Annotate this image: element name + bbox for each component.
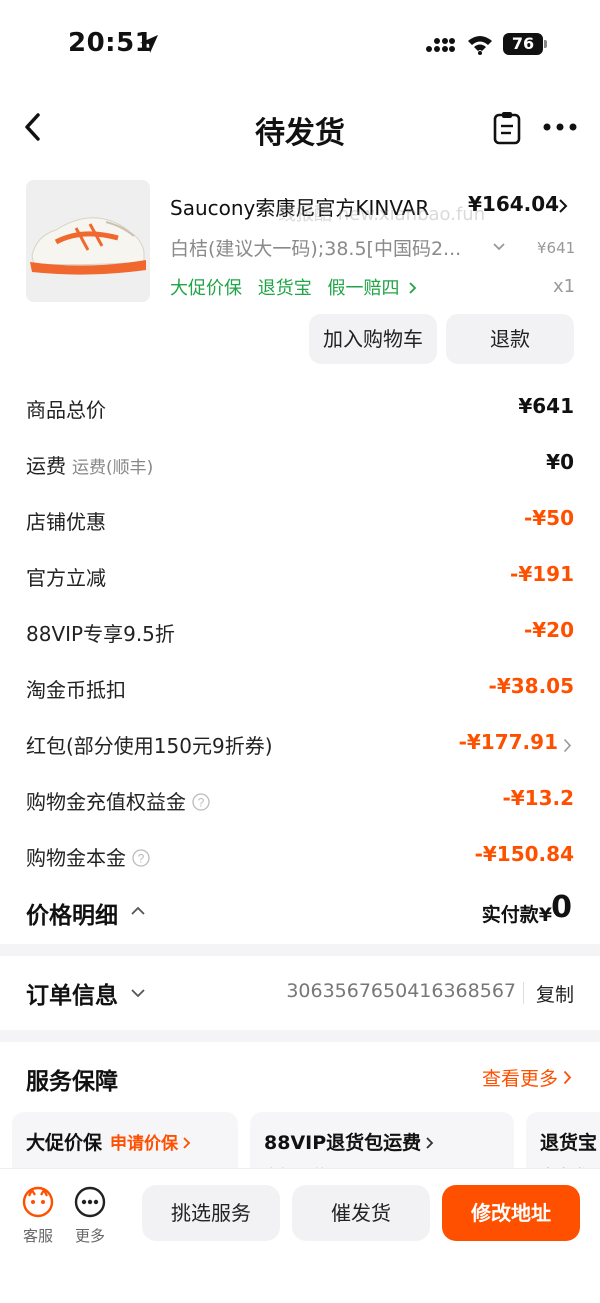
- separator: [523, 982, 524, 1004]
- fee-row-shopping-credit-principal: 购物金本金? -¥150.84: [26, 838, 574, 874]
- battery-level: 76: [503, 33, 543, 55]
- chevron-right-icon[interactable]: [558, 198, 568, 214]
- customer-service-label: 客服: [22, 1227, 53, 1245]
- fee-value: -¥191: [510, 562, 574, 586]
- chevron-right-icon: [426, 1137, 434, 1149]
- fee-label: 红包(部分使用150元9折券): [26, 734, 273, 758]
- change-address-button[interactable]: 修改地址: [442, 1185, 580, 1241]
- customer-service-icon: [22, 1186, 54, 1218]
- price-summary[interactable]: 价格明细 实付款¥ 0: [26, 890, 574, 934]
- status-bar: 20:51 76: [0, 0, 600, 90]
- help-circle-icon[interactable]: ?: [192, 793, 210, 811]
- clipboard-icon[interactable]: [492, 110, 522, 146]
- order-info[interactable]: 订单信息 3063567650416368567 复制: [26, 970, 574, 1016]
- chevron-down-icon[interactable]: [130, 988, 146, 998]
- fee-row-official-discount: 官方立减 -¥191: [26, 558, 574, 594]
- service-title: 服务保障: [26, 1069, 118, 1095]
- fee-value: -¥38.05: [488, 674, 574, 698]
- cellular-signal-icon: [426, 38, 455, 52]
- fee-value: -¥13.2: [502, 786, 574, 810]
- battery-tip: [544, 40, 547, 48]
- fee-label: 运费: [26, 454, 66, 478]
- fee-label: 店铺优惠: [26, 510, 106, 534]
- fee-label: 88VIP专享9.5折: [26, 622, 175, 646]
- fee-label: 购物金本金: [26, 846, 126, 870]
- product-image[interactable]: [26, 180, 150, 302]
- section-divider: [0, 1030, 600, 1042]
- fee-row-88vip: 88VIP专享9.5折 -¥20: [26, 614, 574, 650]
- more-options-icon[interactable]: [542, 122, 578, 132]
- fee-label: 购物金充值权益金: [26, 790, 186, 814]
- sneaker-icon: [26, 180, 150, 302]
- card-title: 88VIP退货包运费: [264, 1132, 422, 1154]
- order-info-title[interactable]: 订单信息: [26, 976, 118, 1010]
- urge-shipping-button[interactable]: 催发货: [292, 1185, 430, 1241]
- more-circle-icon: [74, 1186, 106, 1218]
- watermark: 线报酷 new.xianbao.fun: [278, 204, 486, 225]
- paid-value: 0: [551, 890, 572, 925]
- fee-row-shopping-credit-bonus: 购物金充值权益金? -¥13.2: [26, 782, 574, 818]
- more-label: 更多: [74, 1227, 105, 1245]
- service-header: 服务保障 查看更多: [26, 1060, 574, 1100]
- nav-bar: 待发货: [0, 100, 600, 156]
- chevron-up-icon[interactable]: [130, 906, 146, 916]
- tag-fake-compensation[interactable]: 假一赔四: [327, 278, 399, 299]
- product-spec[interactable]: 白桔(建议大一码);38.5[中国码2...: [170, 234, 488, 261]
- tag-return-insurance[interactable]: 退货宝: [258, 278, 312, 299]
- chevron-right-icon: [409, 282, 417, 294]
- chevron-right-icon[interactable]: [563, 738, 572, 753]
- paid-label: 实付款¥: [481, 904, 552, 926]
- tag-price-protection[interactable]: 大促价保: [170, 278, 242, 299]
- price-detail-label[interactable]: 价格明细: [26, 896, 118, 930]
- svg-text:?: ?: [138, 852, 145, 866]
- product-card[interactable]: Saucony索康尼官方KINVAR ¥164.04 白桔(建议大一码);38.…: [26, 178, 576, 308]
- chevron-down-icon[interactable]: [492, 242, 506, 252]
- fee-label: 商品总价: [26, 398, 106, 422]
- fee-row-taojinbi: 淘金币抵扣 -¥38.05: [26, 670, 574, 706]
- location-arrow-icon: [140, 35, 158, 53]
- card-title: 退货宝: [540, 1132, 598, 1154]
- help-circle-icon[interactable]: ?: [132, 849, 150, 867]
- fee-value: -¥177.91: [458, 730, 558, 754]
- chevron-right-icon: [183, 1137, 191, 1149]
- svg-text:?: ?: [198, 796, 205, 810]
- fee-row-total: 商品总价 ¥641: [26, 390, 574, 426]
- refund-button[interactable]: 退款: [446, 314, 574, 364]
- fee-value: -¥20: [523, 618, 574, 642]
- product-original-price: ¥641: [537, 239, 576, 257]
- more-button[interactable]: 更多: [68, 1185, 112, 1246]
- order-number: 3063567650416368567: [286, 980, 516, 1002]
- fee-label: 官方立减: [26, 566, 106, 590]
- add-to-cart-button[interactable]: 加入购物车: [309, 314, 437, 364]
- customer-service-button[interactable]: 客服: [16, 1185, 60, 1246]
- fee-value: ¥0: [546, 450, 574, 474]
- fee-label: 淘金币抵扣: [26, 678, 126, 702]
- chevron-right-icon[interactable]: [563, 1070, 572, 1085]
- select-service-button[interactable]: 挑选服务: [142, 1185, 280, 1241]
- product-quantity: x1: [553, 276, 576, 297]
- apply-price-protection-link[interactable]: 申请价保: [110, 1134, 178, 1154]
- bottom-action-bar: 客服 更多 挑选服务 催发货 修改地址: [0, 1168, 600, 1303]
- section-divider: [0, 944, 600, 956]
- card-title: 大促价保: [26, 1132, 103, 1154]
- fee-sublabel: 运费(顺丰): [72, 458, 154, 478]
- wifi-icon: [468, 36, 492, 55]
- fee-value: -¥150.84: [474, 842, 574, 866]
- see-more-link[interactable]: 查看更多: [482, 1064, 558, 1091]
- fee-row-red-packet[interactable]: 红包(部分使用150元9折券) -¥177.91: [26, 726, 574, 762]
- fee-row-shipping: 运费 运费(顺丰) ¥0: [26, 446, 574, 482]
- fee-value: -¥50: [523, 506, 574, 530]
- fee-value: ¥641: [518, 394, 574, 418]
- fee-row-shop-discount: 店铺优惠 -¥50: [26, 502, 574, 538]
- copy-button[interactable]: 复制: [536, 980, 574, 1007]
- product-tags[interactable]: 大促价保 退货宝 假一赔四: [170, 274, 417, 300]
